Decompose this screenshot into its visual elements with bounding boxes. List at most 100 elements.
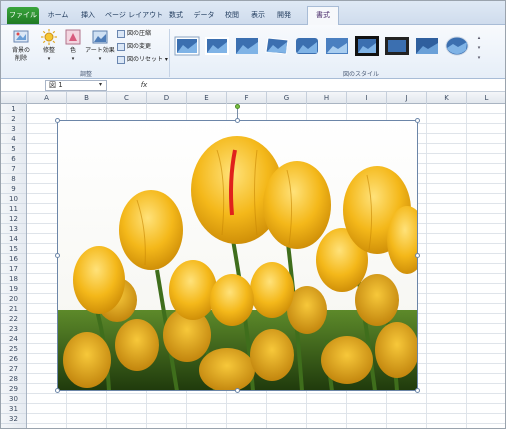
row-header[interactable]: 9 xyxy=(1,184,26,194)
column-header[interactable]: B xyxy=(67,92,107,104)
picture-style-4[interactable] xyxy=(264,34,290,58)
change-picture-icon xyxy=(117,42,125,51)
tab-page-layout[interactable]: ページ レイアウト xyxy=(105,7,163,24)
picture-style-thumbnail xyxy=(326,38,348,54)
picture-style-thumbnail xyxy=(416,38,438,54)
column-header[interactable]: D xyxy=(147,92,187,104)
artistic-effects-label: アート効果 xyxy=(85,47,115,54)
picture-style-thumbnail xyxy=(385,37,409,55)
tab-view[interactable]: 表示 xyxy=(247,7,269,24)
row-header[interactable]: 8 xyxy=(1,174,26,184)
row-header[interactable]: 7 xyxy=(1,164,26,174)
name-box[interactable]: 図 1 xyxy=(45,80,107,91)
row-header[interactable]: 28 xyxy=(1,374,26,384)
tab-formulas[interactable]: 数式 xyxy=(165,7,187,24)
row-header[interactable]: 17 xyxy=(1,264,26,274)
picture-style-5[interactable] xyxy=(294,34,320,58)
row-header[interactable]: 12 xyxy=(1,214,26,224)
row-header[interactable]: 21 xyxy=(1,304,26,314)
rotate-handle[interactable] xyxy=(235,104,240,109)
resize-handle-right[interactable] xyxy=(415,253,420,258)
tab-review[interactable]: 校閲 xyxy=(221,7,243,24)
compress-pictures-button[interactable]: 図の圧縮 xyxy=(117,29,151,39)
column-header[interactable]: A xyxy=(27,92,67,104)
row-header[interactable]: 10 xyxy=(1,194,26,204)
tab-developer[interactable]: 開発 xyxy=(273,7,295,24)
column-header[interactable]: J xyxy=(387,92,427,104)
resize-handle-bottom-right[interactable] xyxy=(415,388,420,393)
picture-style-thumbnail xyxy=(265,37,289,55)
corrections-button[interactable]: 修整 ▾ xyxy=(37,29,61,63)
row-header[interactable]: 15 xyxy=(1,244,26,254)
row-header[interactable]: 32 xyxy=(1,414,26,424)
column-header[interactable]: K xyxy=(427,92,467,104)
change-picture-button[interactable]: 図の変更 xyxy=(117,42,151,52)
column-header[interactable]: I xyxy=(347,92,387,104)
row-header[interactable]: 30 xyxy=(1,394,26,404)
picture-style-7-selected[interactable] xyxy=(354,34,380,58)
tab-insert[interactable]: 挿入 xyxy=(75,7,101,24)
row-header[interactable]: 13 xyxy=(1,224,26,234)
row-header[interactable]: 14 xyxy=(1,234,26,244)
row-header[interactable]: 23 xyxy=(1,324,26,334)
row-header[interactable]: 11 xyxy=(1,204,26,214)
group-label-adjust: 調整 xyxy=(79,71,92,78)
picture-style-8[interactable] xyxy=(384,34,410,58)
row-header[interactable]: 31 xyxy=(1,404,26,414)
name-box-dropdown-icon[interactable]: ▾ xyxy=(99,81,102,88)
reset-picture-button[interactable]: 図のリセット ▾ xyxy=(117,55,168,65)
row-header[interactable]: 5 xyxy=(1,144,26,154)
row-header[interactable]: 29 xyxy=(1,384,26,394)
resize-handle-top-left[interactable] xyxy=(55,118,60,123)
resize-handle-left[interactable] xyxy=(55,253,60,258)
gallery-scroll-arrows[interactable]: ▴ ▾ ▾ xyxy=(475,33,483,63)
row-header[interactable]: 19 xyxy=(1,284,26,294)
row-header[interactable]: 25 xyxy=(1,344,26,354)
resize-handle-bottom[interactable] xyxy=(235,388,240,393)
row-header[interactable]: 26 xyxy=(1,354,26,364)
row-header[interactable]: 6 xyxy=(1,154,26,164)
picture-style-9[interactable] xyxy=(414,34,440,58)
picture-style-3[interactable] xyxy=(234,34,260,58)
row-header[interactable]: 1 xyxy=(1,104,26,114)
row-header[interactable]: 16 xyxy=(1,254,26,264)
picture-style-thumbnail xyxy=(296,38,318,54)
row-header[interactable]: 18 xyxy=(1,274,26,284)
row-header[interactable]: 3 xyxy=(1,124,26,134)
reset-picture-icon xyxy=(117,55,125,64)
picture-styles-gallery: ▴ ▾ ▾ xyxy=(172,29,484,67)
tab-data[interactable]: データ xyxy=(191,7,217,24)
resize-handle-bottom-left[interactable] xyxy=(55,388,60,393)
column-header[interactable]: H xyxy=(307,92,347,104)
corrections-dropdown-icon: ▾ xyxy=(47,56,51,62)
row-header[interactable]: 20 xyxy=(1,294,26,304)
picture-style-2[interactable] xyxy=(204,34,230,58)
column-header[interactable]: F xyxy=(227,92,267,104)
color-button[interactable]: 色 ▾ xyxy=(63,29,83,63)
row-header[interactable]: 2 xyxy=(1,114,26,124)
column-header[interactable]: C xyxy=(107,92,147,104)
picture-style-1[interactable] xyxy=(174,34,200,58)
row-header[interactable]: 27 xyxy=(1,364,26,374)
resize-handle-top-right[interactable] xyxy=(415,118,420,123)
group-label-picture-styles: 図のスタイル xyxy=(342,71,379,78)
tab-format[interactable]: 書式 xyxy=(307,6,339,25)
row-header[interactable]: 4 xyxy=(1,134,26,144)
picture-style-6[interactable] xyxy=(324,34,350,58)
picture-style-thumbnail xyxy=(205,37,229,55)
column-header[interactable]: G xyxy=(267,92,307,104)
column-header[interactable]: E xyxy=(187,92,227,104)
tab-file[interactable]: ファイル xyxy=(7,7,39,24)
compress-icon xyxy=(117,29,125,38)
tab-home[interactable]: ホーム xyxy=(45,7,71,24)
remove-background-button[interactable]: 背景の 削除 xyxy=(7,29,35,63)
select-all-corner[interactable] xyxy=(1,92,27,104)
group-separator xyxy=(169,29,170,77)
resize-handle-top[interactable] xyxy=(235,118,240,123)
artistic-effects-button[interactable]: アート効果 ▾ xyxy=(85,29,115,63)
insert-function-button[interactable]: fx xyxy=(137,80,151,91)
row-header[interactable]: 24 xyxy=(1,334,26,344)
column-header[interactable]: L xyxy=(467,92,505,104)
picture-style-10[interactable] xyxy=(444,34,470,58)
row-header[interactable]: 22 xyxy=(1,314,26,324)
